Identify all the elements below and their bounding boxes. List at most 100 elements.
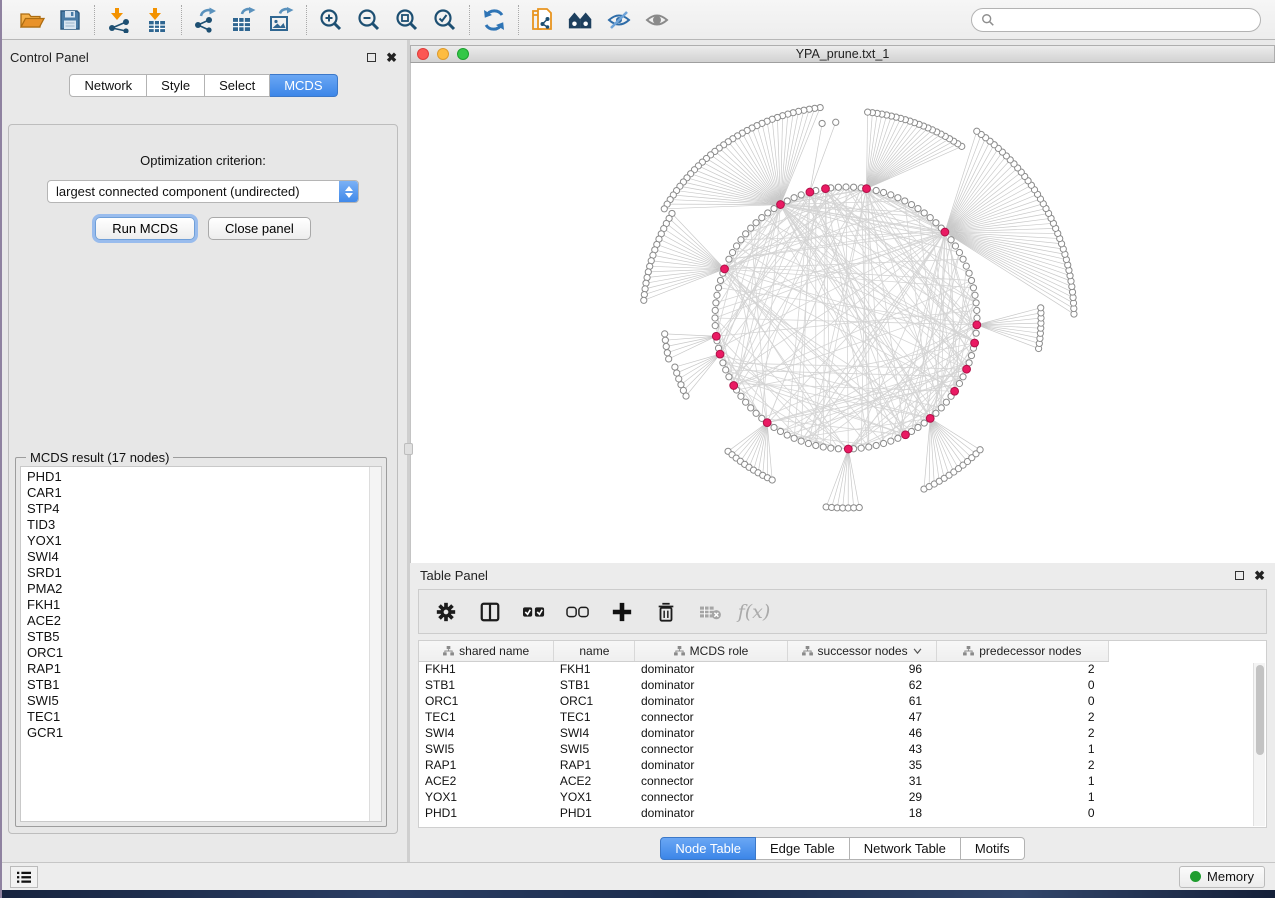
zoom-in-button[interactable] bbox=[317, 6, 345, 34]
cell-predecessors[interactable]: 1 bbox=[936, 773, 1108, 789]
cell-predecessors[interactable]: 0 bbox=[936, 693, 1108, 709]
tab-network-table[interactable]: Network Table bbox=[850, 837, 961, 860]
export-table-button[interactable] bbox=[230, 6, 258, 34]
mcds-hub-node[interactable] bbox=[973, 321, 981, 329]
mcds-result-item[interactable]: STB5 bbox=[27, 629, 369, 645]
tab-network[interactable]: Network bbox=[69, 74, 147, 97]
network-node[interactable] bbox=[791, 195, 797, 201]
cell-role[interactable]: connector bbox=[635, 789, 787, 805]
cell-role[interactable]: dominator bbox=[635, 725, 787, 741]
network-node[interactable] bbox=[642, 286, 648, 292]
mcds-hub-node[interactable] bbox=[951, 387, 959, 395]
network-node[interactable] bbox=[662, 331, 668, 337]
import-table-button[interactable] bbox=[143, 6, 171, 34]
close-panel-icon[interactable]: ✖ bbox=[386, 53, 397, 62]
network-node[interactable] bbox=[880, 440, 886, 446]
network-node[interactable] bbox=[712, 307, 718, 313]
task-history-button[interactable] bbox=[10, 866, 38, 888]
cell-name[interactable]: PHD1 bbox=[554, 805, 635, 821]
table-row[interactable]: STB1STB1dominator620 bbox=[419, 677, 1109, 693]
zoom-fit-button[interactable] bbox=[393, 6, 421, 34]
network-node[interactable] bbox=[873, 442, 879, 448]
cell-shared_name[interactable]: ORC1 bbox=[419, 693, 554, 709]
cell-name[interactable]: SWI5 bbox=[554, 741, 635, 757]
network-node[interactable] bbox=[960, 256, 966, 262]
mcds-result-item[interactable]: FKH1 bbox=[27, 597, 369, 613]
network-node[interactable] bbox=[726, 256, 732, 262]
mcds-result-item[interactable]: RAP1 bbox=[27, 661, 369, 677]
cell-successors[interactable]: 47 bbox=[787, 709, 936, 725]
table-row[interactable]: ORC1ORC1dominator610 bbox=[419, 693, 1109, 709]
cell-predecessors[interactable]: 1 bbox=[936, 741, 1108, 757]
network-node[interactable] bbox=[784, 198, 790, 204]
cell-role[interactable]: dominator bbox=[635, 757, 787, 773]
network-node[interactable] bbox=[974, 128, 980, 134]
network-node[interactable] bbox=[769, 477, 775, 483]
network-node[interactable] bbox=[908, 201, 914, 207]
network-node[interactable] bbox=[977, 447, 983, 453]
table-row[interactable]: RAP1RAP1dominator352 bbox=[419, 757, 1109, 773]
table-row[interactable]: SWI5SWI5connector431 bbox=[419, 741, 1109, 757]
network-node[interactable] bbox=[835, 446, 841, 452]
network-node[interactable] bbox=[856, 504, 862, 510]
mcds-hub-node[interactable] bbox=[763, 419, 771, 427]
network-canvas[interactable] bbox=[410, 63, 1275, 563]
network-node[interactable] bbox=[820, 444, 826, 450]
search-input[interactable] bbox=[1001, 13, 1251, 27]
mcds-result-item[interactable]: TEC1 bbox=[27, 709, 369, 725]
cell-shared_name[interactable]: SWI5 bbox=[419, 741, 554, 757]
cell-name[interactable]: YOX1 bbox=[554, 789, 635, 805]
network-node[interactable] bbox=[865, 109, 871, 115]
result-list-scrollbar[interactable] bbox=[369, 467, 381, 821]
mcds-hub-node[interactable] bbox=[721, 265, 729, 273]
network-node[interactable] bbox=[726, 374, 732, 380]
network-node[interactable] bbox=[943, 399, 949, 405]
mcds-hub-node[interactable] bbox=[963, 365, 971, 373]
network-node[interactable] bbox=[759, 215, 765, 221]
cell-successors[interactable]: 62 bbox=[787, 677, 936, 693]
cell-successors[interactable]: 29 bbox=[787, 789, 936, 805]
table-row[interactable]: SWI4SWI4dominator462 bbox=[419, 725, 1109, 741]
cell-predecessors[interactable]: 2 bbox=[936, 725, 1108, 741]
network-node[interactable] bbox=[833, 119, 839, 125]
network-node[interactable] bbox=[753, 220, 759, 226]
network-node[interactable] bbox=[729, 249, 735, 255]
network-node[interactable] bbox=[915, 424, 921, 430]
mcds-hub-node[interactable] bbox=[863, 185, 871, 193]
mcds-hub-node[interactable] bbox=[712, 332, 720, 340]
cell-shared_name[interactable]: FKH1 bbox=[419, 661, 554, 677]
mcds-result-item[interactable]: TID3 bbox=[27, 517, 369, 533]
table-scrollbar-thumb[interactable] bbox=[1256, 665, 1264, 755]
mcds-result-item[interactable]: SRD1 bbox=[27, 565, 369, 581]
create-column-button[interactable] bbox=[609, 599, 635, 625]
network-node[interactable] bbox=[963, 263, 969, 269]
cell-successors[interactable]: 46 bbox=[787, 725, 936, 741]
tab-mcds[interactable]: MCDS bbox=[270, 74, 337, 97]
node-table[interactable]: shared namenameMCDS rolesuccessor nodesp… bbox=[419, 641, 1109, 821]
network-node[interactable] bbox=[663, 343, 669, 349]
network-node[interactable] bbox=[895, 195, 901, 201]
network-node[interactable] bbox=[813, 442, 819, 448]
mcds-result-item[interactable]: PMA2 bbox=[27, 581, 369, 597]
network-node[interactable] bbox=[938, 405, 944, 411]
mcds-result-item[interactable]: YOX1 bbox=[27, 533, 369, 549]
export-network-button[interactable] bbox=[192, 6, 220, 34]
export-image-button[interactable] bbox=[268, 6, 296, 34]
network-node[interactable] bbox=[771, 205, 777, 211]
mcds-hub-node[interactable] bbox=[902, 431, 910, 439]
mcds-result-item[interactable]: ORC1 bbox=[27, 645, 369, 661]
table-scrollbar[interactable] bbox=[1253, 663, 1265, 826]
network-node[interactable] bbox=[738, 393, 744, 399]
cell-name[interactable]: TEC1 bbox=[554, 709, 635, 725]
table-row[interactable]: PHD1PHD1dominator180 bbox=[419, 805, 1109, 821]
network-node[interactable] bbox=[933, 410, 939, 416]
cell-role[interactable]: dominator bbox=[635, 805, 787, 821]
network-node[interactable] bbox=[851, 184, 857, 190]
network-node[interactable] bbox=[835, 184, 841, 190]
search-network-button[interactable] bbox=[567, 6, 595, 34]
network-node[interactable] bbox=[717, 277, 723, 283]
network-node[interactable] bbox=[966, 270, 972, 276]
cell-successors[interactable]: 43 bbox=[787, 741, 936, 757]
memory-button[interactable]: Memory bbox=[1179, 866, 1265, 888]
mcds-result-item[interactable]: STB1 bbox=[27, 677, 369, 693]
